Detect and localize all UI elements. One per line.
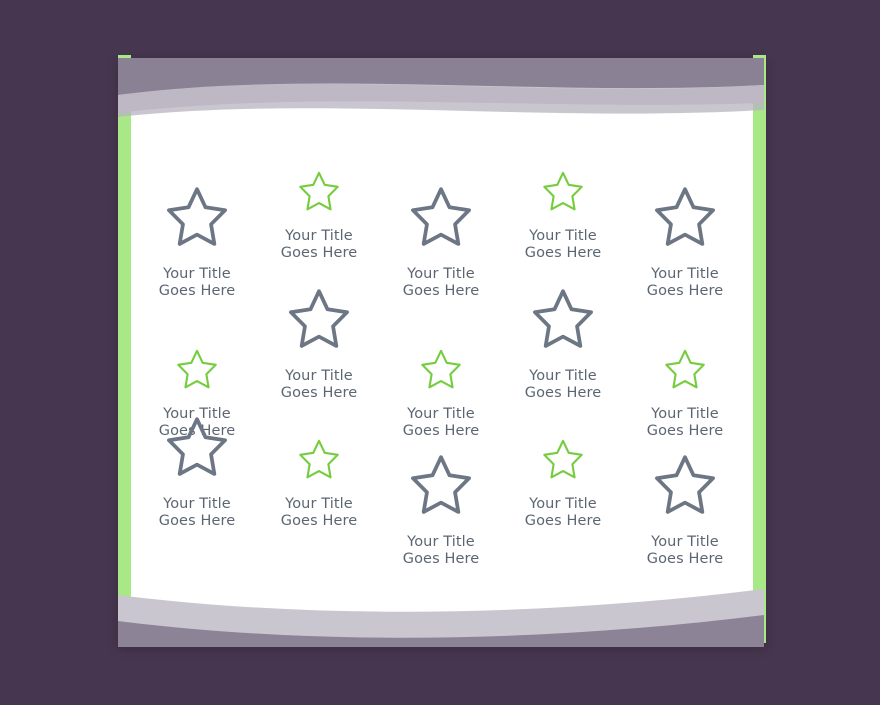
- star-icon-wrapper: [527, 282, 599, 356]
- star-icon-wrapper: [295, 142, 343, 216]
- star-icon[interactable]: [527, 284, 599, 356]
- star-item-r3-c3[interactable]: Your Title Goes Here: [380, 448, 502, 568]
- star-row-3: Your Title Goes Here Your Title Goes Here…: [136, 410, 746, 568]
- star-icon[interactable]: [649, 182, 721, 254]
- star-item-label: Your Title Goes Here: [524, 496, 602, 530]
- star-item-r3-c1[interactable]: Your Title Goes Here: [136, 410, 258, 568]
- star-item-r1-c2[interactable]: Your Title Goes Here: [258, 142, 380, 300]
- star-icon[interactable]: [649, 450, 721, 522]
- slide-stage: Your Title Goes Here Your Title Goes Here…: [0, 0, 880, 705]
- star-item-label: Your Title Goes Here: [524, 228, 602, 262]
- star-item-r3-c2[interactable]: Your Title Goes Here: [258, 410, 380, 568]
- star-icon[interactable]: [405, 182, 477, 254]
- slide-canvas: Your Title Goes Here Your Title Goes Here…: [116, 55, 766, 651]
- star-item-grid: Your Title Goes Here Your Title Goes Here…: [136, 100, 746, 600]
- star-item-label: Your Title Goes Here: [402, 534, 480, 568]
- star-icon[interactable]: [539, 436, 587, 484]
- star-icon-wrapper: [649, 448, 721, 522]
- star-item-label: Your Title Goes Here: [280, 228, 358, 262]
- star-icon[interactable]: [417, 346, 465, 394]
- star-icon[interactable]: [161, 182, 233, 254]
- star-icon[interactable]: [173, 346, 221, 394]
- star-icon-wrapper: [405, 448, 477, 522]
- star-icon[interactable]: [539, 168, 587, 216]
- star-icon-wrapper: [283, 282, 355, 356]
- star-icon[interactable]: [295, 168, 343, 216]
- star-icon[interactable]: [283, 284, 355, 356]
- star-icon-wrapper: [295, 410, 343, 484]
- star-item-r1-c4[interactable]: Your Title Goes Here: [502, 142, 624, 300]
- star-icon-wrapper: [661, 320, 709, 394]
- star-icon-wrapper: [539, 410, 587, 484]
- star-icon[interactable]: [161, 412, 233, 484]
- star-icon-wrapper: [161, 180, 233, 254]
- star-item-r3-c5[interactable]: Your Title Goes Here: [624, 448, 746, 568]
- star-item-label: Your Title Goes Here: [280, 368, 358, 402]
- star-item-label: Your Title Goes Here: [158, 496, 236, 530]
- star-icon[interactable]: [405, 450, 477, 522]
- star-icon-wrapper: [417, 320, 465, 394]
- star-icon-wrapper: [405, 180, 477, 254]
- star-icon[interactable]: [661, 346, 709, 394]
- star-item-label: Your Title Goes Here: [524, 368, 602, 402]
- star-row-1: Your Title Goes Here Your Title Goes Here…: [136, 142, 746, 300]
- star-icon-wrapper: [173, 320, 221, 394]
- star-item-label: Your Title Goes Here: [646, 534, 724, 568]
- star-icon-wrapper: [161, 410, 233, 484]
- star-icon-wrapper: [649, 180, 721, 254]
- star-icon-wrapper: [539, 142, 587, 216]
- star-item-r3-c4[interactable]: Your Title Goes Here: [502, 410, 624, 568]
- star-icon[interactable]: [295, 436, 343, 484]
- star-item-label: Your Title Goes Here: [280, 496, 358, 530]
